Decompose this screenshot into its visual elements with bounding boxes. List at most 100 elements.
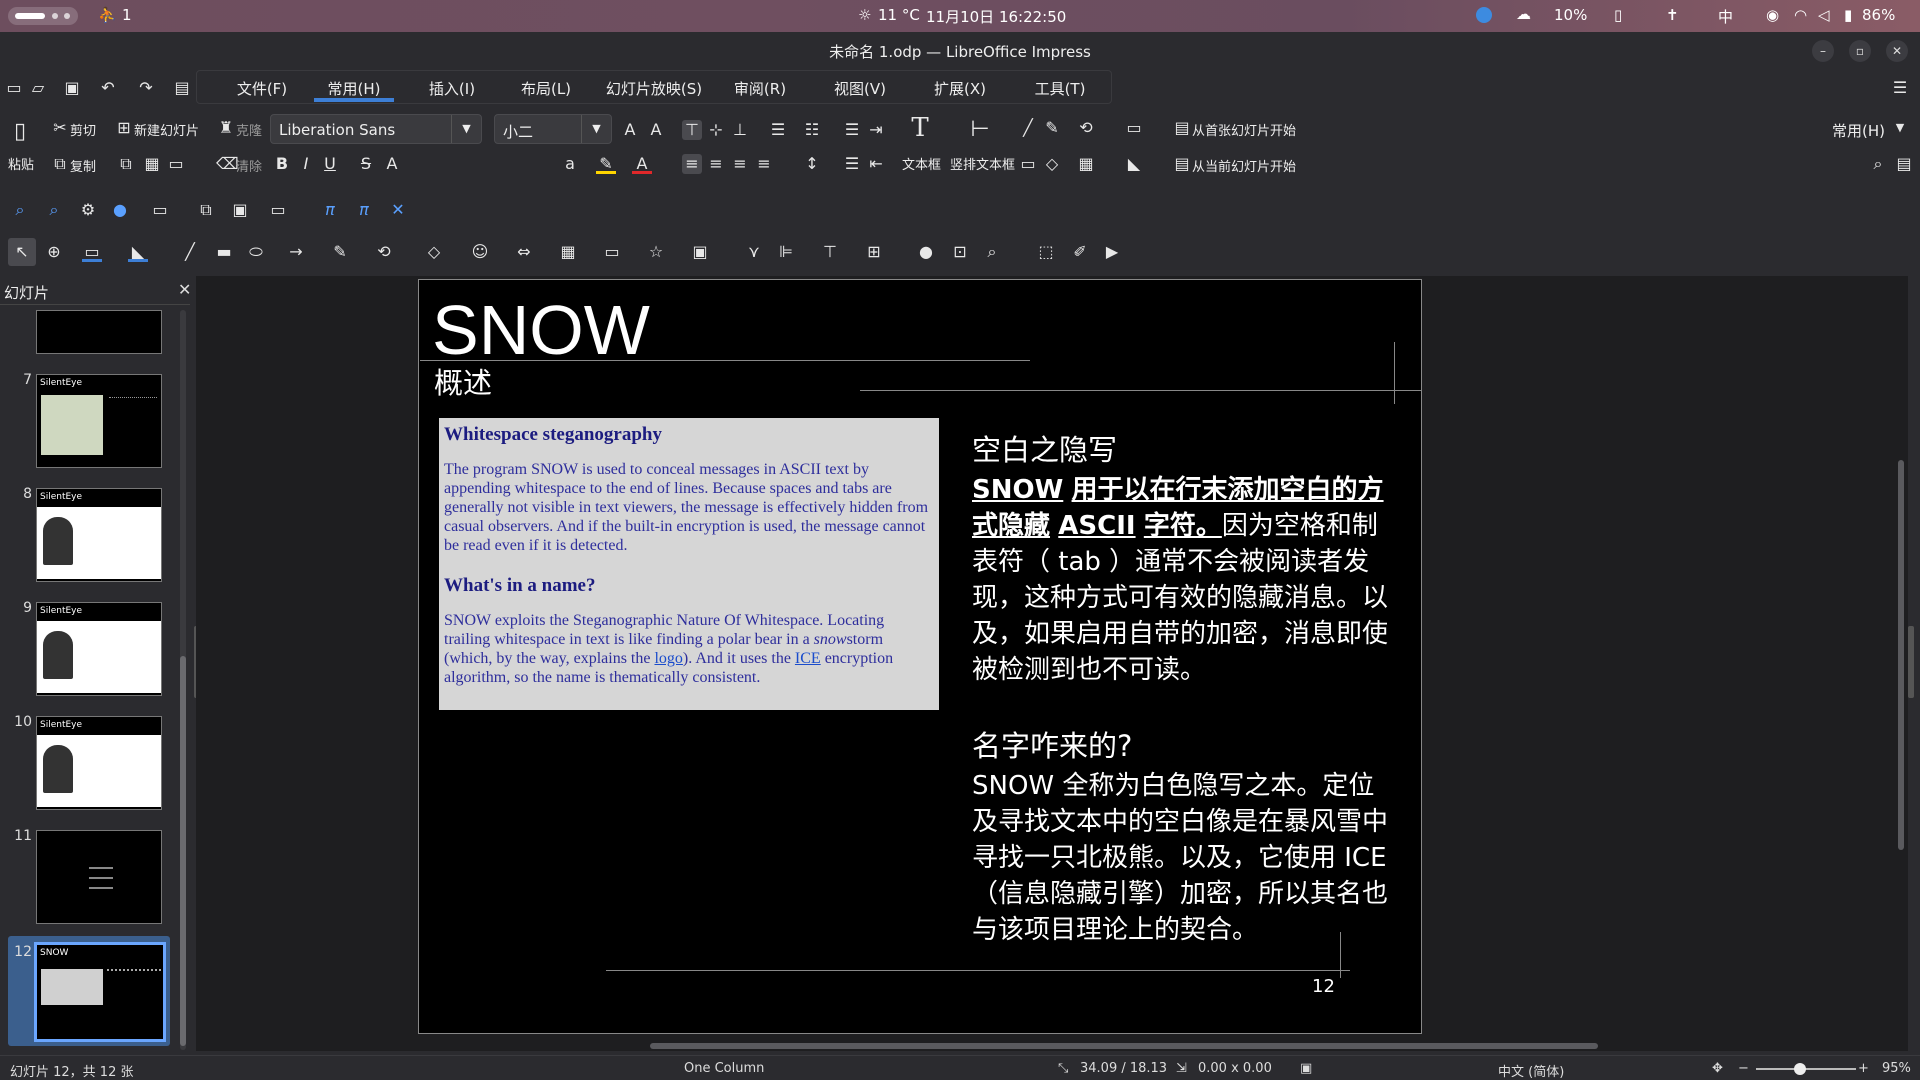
- horizontal-scrollbar[interactable]: [650, 1043, 1598, 1049]
- comment-icon[interactable]: ▤: [172, 78, 192, 98]
- strikethrough-icon[interactable]: S: [356, 154, 376, 174]
- font-color-icon[interactable]: A: [632, 154, 652, 174]
- comment-icon[interactable]: ▤: [1894, 154, 1914, 174]
- fit-slide-icon[interactable]: ✥: [1712, 1061, 1723, 1076]
- callout-icon[interactable]: ▭: [602, 242, 622, 262]
- slide-thumbnail-10[interactable]: SilentEye: [36, 716, 162, 810]
- duplicate-icon[interactable]: ⧉: [196, 200, 216, 220]
- bullet-list-icon[interactable]: ☰: [768, 120, 788, 140]
- symbol-shapes-icon[interactable]: ☺: [470, 242, 490, 262]
- paste-label[interactable]: 粘贴: [8, 154, 34, 173]
- tools-icon[interactable]: ✕: [388, 200, 408, 220]
- outline-list-icon[interactable]: ☰: [842, 120, 862, 140]
- font-name-combo[interactable]: Liberation Sans ▼: [270, 114, 482, 144]
- status-app-icon[interactable]: [1476, 7, 1492, 23]
- bold-icon[interactable]: B: [272, 154, 292, 174]
- rectangle-icon[interactable]: ▭: [1018, 154, 1038, 174]
- notifications-icon[interactable]: ◉: [1766, 6, 1779, 24]
- block-arrows-icon[interactable]: ⇔: [514, 242, 534, 262]
- minimize-button[interactable]: –: [1812, 40, 1834, 62]
- select-pointer-icon[interactable]: ↖: [8, 238, 36, 266]
- chevron-down-icon[interactable]: ▼: [1890, 118, 1910, 138]
- zoom-level[interactable]: 95%: [1882, 1061, 1911, 1076]
- justify-icon[interactable]: ≡: [754, 154, 774, 174]
- paragraph-spacing-icon[interactable]: ☰: [842, 154, 862, 174]
- slide-thumbnail-7[interactable]: SilentEye: [36, 374, 162, 468]
- redo-icon[interactable]: ↷: [136, 78, 156, 98]
- help-icon[interactable]: ●: [110, 200, 130, 220]
- underline-icon[interactable]: U: [320, 154, 340, 174]
- zoom-pan-icon[interactable]: ⌕: [44, 200, 64, 220]
- open-folder-icon[interactable]: ▱: [28, 78, 48, 98]
- clear-format-icon[interactable]: ⌫: [216, 154, 239, 174]
- zoom-slider-thumb[interactable]: [1794, 1063, 1806, 1075]
- zoom-in-icon[interactable]: +: [1858, 1061, 1869, 1076]
- align-bottom-icon[interactable]: ⊥: [730, 120, 750, 140]
- italic-icon[interactable]: I: [296, 154, 316, 174]
- accessibility-icon[interactable]: ✝: [1666, 6, 1679, 24]
- clone-format-icon[interactable]: ♜: [216, 118, 236, 138]
- flowchart-icon[interactable]: ▦: [558, 242, 578, 262]
- font-size-combo[interactable]: 小二 ▼: [494, 114, 612, 144]
- slide-title[interactable]: SNOW: [432, 290, 650, 370]
- curve-icon[interactable]: ✎: [330, 242, 350, 262]
- tab-insert[interactable]: 插入(I): [412, 78, 492, 102]
- clone-button[interactable]: 克隆: [236, 120, 262, 139]
- diamond-shape-icon[interactable]: ◇: [1042, 154, 1062, 174]
- distribute-icon[interactable]: ⊞: [864, 242, 884, 262]
- clear-button[interactable]: 清除: [236, 156, 262, 175]
- slide-thumbnail-9[interactable]: SilentEye: [36, 602, 162, 696]
- line-icon[interactable]: ╱: [180, 242, 200, 262]
- rectangle-tool-icon[interactable]: ▬: [214, 242, 234, 262]
- new-document-icon[interactable]: ▭: [4, 78, 24, 98]
- points-icon[interactable]: ⋎: [744, 242, 764, 262]
- shrink-font-icon[interactable]: A: [646, 120, 666, 140]
- tab-slideshow[interactable]: 幻灯片放映(S): [604, 78, 704, 102]
- start-current-slide-icon[interactable]: ▤: [1172, 154, 1192, 174]
- slide-thumbnail-6[interactable]: [36, 310, 162, 354]
- line-color-icon[interactable]: ▭: [1124, 118, 1144, 138]
- align-objects-icon[interactable]: ⊫: [776, 242, 796, 262]
- copy-icon[interactable]: ⧉: [50, 154, 70, 174]
- activities-button[interactable]: [8, 7, 78, 25]
- shadow-icon[interactable]: A: [382, 154, 402, 174]
- shadow-tool-icon[interactable]: ●: [916, 242, 936, 262]
- start-from-current-button[interactable]: 从当前幻灯片开始: [1192, 156, 1296, 175]
- duplicate-slide-icon[interactable]: ⧉: [116, 154, 136, 174]
- slide-thumbnail-12[interactable]: SNOW: [34, 942, 166, 1042]
- slide-body-text[interactable]: 空白之隐写 SNOW 用于以在行末添加空白的方式隐藏 ASCII 字符。因为空格…: [972, 428, 1392, 948]
- copy-button[interactable]: 复制: [70, 156, 96, 175]
- clock[interactable]: 11月10日 16:22:50: [926, 6, 1066, 27]
- align-center-icon[interactable]: ≡: [706, 154, 726, 174]
- tab-extensions[interactable]: 扩展(X): [922, 78, 998, 102]
- tab-file[interactable]: 文件(F): [222, 78, 302, 102]
- document-modified-icon[interactable]: ▣: [1300, 1061, 1312, 1076]
- chevron-down-icon[interactable]: ▼: [451, 115, 481, 143]
- fill-color-icon[interactable]: ◣: [1124, 154, 1144, 174]
- slide-thumbnail-11[interactable]: [36, 830, 162, 924]
- paste-icon[interactable]: ▯: [10, 121, 30, 143]
- arrow-line-icon[interactable]: →: [286, 242, 306, 262]
- new-slide-icon[interactable]: ⊞: [114, 118, 134, 138]
- embedded-webpage-screenshot[interactable]: Whitespace steganography The program SNO…: [439, 418, 939, 710]
- new-slide-button[interactable]: 新建幻灯片: [134, 120, 199, 139]
- battery-icon[interactable]: ▮: [1844, 6, 1852, 24]
- tab-layout[interactable]: 布局(L): [506, 78, 586, 102]
- accessibility-workspace-icon[interactable]: ⛹: [98, 6, 117, 24]
- save-icon[interactable]: ▣: [62, 78, 82, 98]
- grow-font-icon[interactable]: A: [620, 120, 640, 140]
- gear-icon[interactable]: ⚙: [78, 200, 98, 220]
- vertical-scrollbar[interactable]: [1898, 460, 1904, 850]
- table-icon[interactable]: ▦: [1076, 154, 1096, 174]
- textbox-button[interactable]: 文本框: [902, 154, 941, 173]
- 3d-object-icon[interactable]: ▣: [690, 242, 710, 262]
- insert-field-icon[interactable]: ▭: [150, 200, 170, 220]
- line-spacing-icon[interactable]: ↕: [802, 154, 822, 174]
- delete-slide-icon[interactable]: ▣: [230, 200, 250, 220]
- zoom-pan-tool-icon[interactable]: ⊕: [44, 242, 64, 262]
- layout-name[interactable]: One Column: [684, 1061, 764, 1076]
- display-views-icon[interactable]: ▭: [268, 200, 288, 220]
- sidebar-collapse-handle[interactable]: [1908, 626, 1914, 698]
- ellipse-tool-icon[interactable]: ⬭: [246, 242, 266, 262]
- character-spacing-icon[interactable]: a: [560, 154, 580, 174]
